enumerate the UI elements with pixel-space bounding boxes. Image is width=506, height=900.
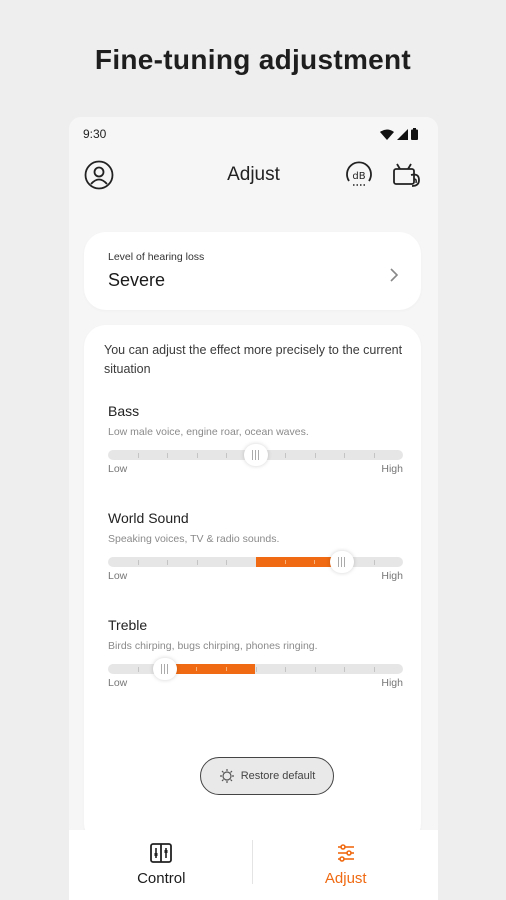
tab-adjust-label: Adjust xyxy=(324,870,367,887)
status-bar: 9:30 xyxy=(69,117,438,151)
slider-track[interactable] xyxy=(108,551,403,573)
slider-fill-tick xyxy=(225,667,227,671)
wifi-icon xyxy=(380,129,394,140)
slider-treble: Treble Birds chirping, bugs chirping, ph… xyxy=(108,617,403,689)
slider-world-sound: World Sound Speaking voices, TV & radio … xyxy=(108,510,403,582)
page-headline: Fine-tuning adjustment xyxy=(94,44,412,75)
slider-tick xyxy=(373,667,375,672)
slider-tick xyxy=(373,560,375,565)
slider-low-label: Low xyxy=(108,677,128,689)
slider-tick xyxy=(373,453,375,458)
slider-tick xyxy=(314,667,316,672)
app-header: Adjust dB xyxy=(69,157,438,193)
control-icon xyxy=(150,843,173,863)
slider-tick xyxy=(167,453,168,458)
slider-tick xyxy=(137,560,139,565)
battery-icon xyxy=(411,128,418,140)
tab-control-label: Control xyxy=(137,870,186,887)
adjust-intro: You can adjust the effect more precisely… xyxy=(104,343,403,376)
slider-name: Bass xyxy=(108,403,140,419)
bottom-tab-bar: Control Adjust xyxy=(69,830,438,900)
hearing-loss-value: Severe xyxy=(108,270,166,290)
slider-fill-tick xyxy=(314,560,316,564)
slider-name: World Sound xyxy=(108,510,189,526)
slider-tick xyxy=(344,667,345,672)
slider-fill-tick xyxy=(196,667,198,671)
tab-control[interactable]: Control xyxy=(69,830,254,900)
slider-description: Low male voice, engine roar, ocean waves… xyxy=(108,426,309,438)
slider-track[interactable] xyxy=(108,444,403,466)
header-title: Adjust xyxy=(227,164,280,185)
slider-fill-tick xyxy=(284,560,286,564)
slider-tick xyxy=(285,453,286,458)
slider-fill xyxy=(164,664,256,674)
slider-tick xyxy=(285,667,286,672)
adjust-card: You can adjust the effect more precisely… xyxy=(84,325,421,845)
chevron-right-icon xyxy=(390,268,399,282)
slider-tick xyxy=(226,453,227,458)
svg-text:dB: dB xyxy=(352,171,365,182)
hearing-loss-card[interactable]: Level of hearing loss Severe xyxy=(84,232,421,310)
slider-tick xyxy=(137,453,139,458)
slider-thumb[interactable] xyxy=(243,444,268,466)
slider-tick xyxy=(344,453,345,458)
slider-tick xyxy=(167,560,168,565)
slider-tick xyxy=(196,560,198,565)
hearing-loss-label: Level of hearing loss xyxy=(108,251,205,263)
slider-tick xyxy=(226,560,227,565)
adjust-icon xyxy=(337,844,354,862)
phone-screen: 9:30 Adjust dB Level of hearing loss Sev… xyxy=(69,117,438,900)
slider-tick xyxy=(196,453,198,458)
db-meter-button[interactable]: dB xyxy=(343,159,375,191)
tab-adjust[interactable]: Adjust xyxy=(254,830,439,900)
slider-low-label: Low xyxy=(108,570,128,582)
slider-name: Treble xyxy=(108,617,148,633)
status-time: 9:30 xyxy=(83,127,107,141)
device-icon xyxy=(393,163,420,187)
slider-tick xyxy=(255,667,257,672)
slider-high-label: High xyxy=(381,570,403,582)
slider-tick xyxy=(137,667,139,672)
slider-high-label: High xyxy=(381,463,403,475)
status-icons xyxy=(380,128,418,140)
restore-icon xyxy=(219,769,234,783)
slider-bass: Bass Low male voice, engine roar, ocean … xyxy=(108,403,403,475)
db-meter-icon: dB xyxy=(346,161,372,186)
slider-tick xyxy=(314,453,316,458)
slider-thumb[interactable] xyxy=(329,551,354,573)
slider-fill xyxy=(255,557,342,567)
tab-divider xyxy=(252,840,253,884)
restore-default-button[interactable]: Restore default xyxy=(200,757,334,795)
slider-description: Speaking voices, TV & radio sounds. xyxy=(108,533,280,545)
slider-thumb[interactable] xyxy=(152,658,177,680)
slider-low-label: Low xyxy=(108,463,128,475)
device-button[interactable] xyxy=(391,159,423,191)
slider-high-label: High xyxy=(381,677,403,689)
signal-icon xyxy=(397,128,408,140)
slider-track[interactable] xyxy=(108,658,403,680)
restore-default-label: Restore default xyxy=(240,770,316,782)
slider-description: Birds chirping, bugs chirping, phones ri… xyxy=(108,640,318,652)
